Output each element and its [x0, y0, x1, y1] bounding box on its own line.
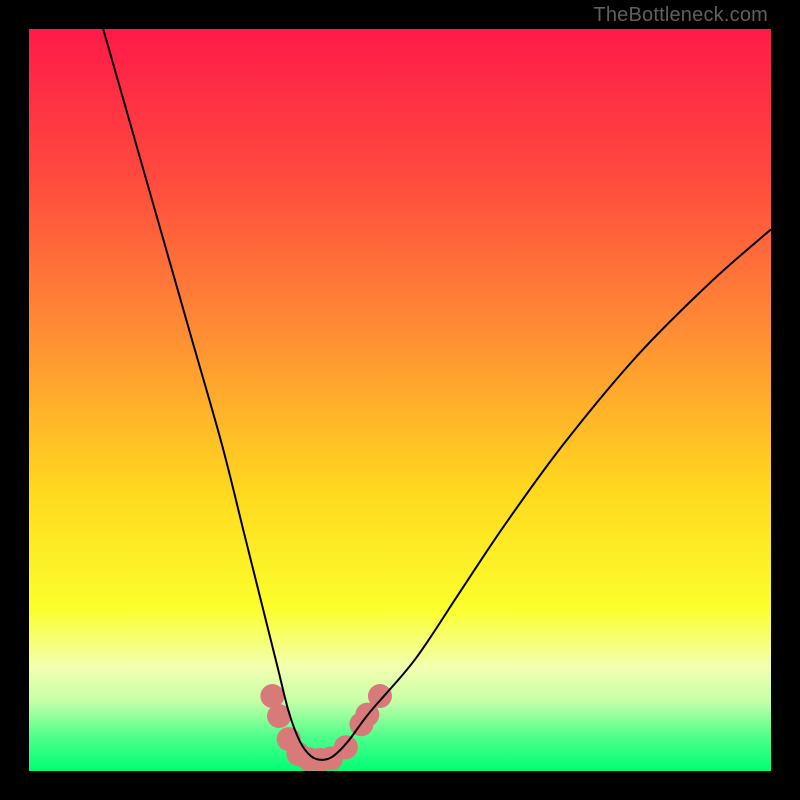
outer-frame: TheBottleneck.com — [0, 0, 800, 800]
curve-layer — [29, 29, 771, 771]
highlight-dot — [368, 684, 392, 708]
bottleneck-curve — [103, 29, 771, 760]
highlight-dot — [334, 735, 358, 759]
watermark-text: TheBottleneck.com — [593, 4, 768, 27]
plot-area — [29, 29, 771, 771]
